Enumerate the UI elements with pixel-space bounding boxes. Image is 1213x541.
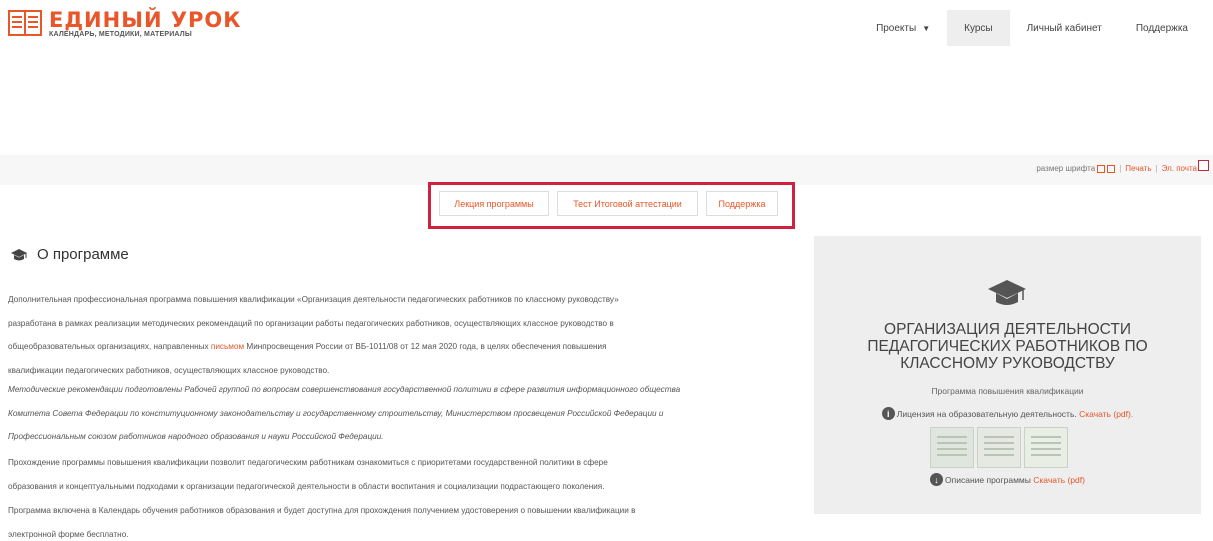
accessibility-tools: размер шрифта | Печать | Эл. почта <box>1036 164 1197 173</box>
font-increase-icon[interactable] <box>1107 164 1116 173</box>
nav-item-label: Проекты <box>876 22 917 34</box>
page-title: О программе <box>37 246 129 263</box>
highlight-marker-icon <box>1198 160 1209 171</box>
description-text: Описание программы <box>945 474 1031 485</box>
text-line: электронной форме бесплатно. <box>8 529 129 539</box>
nav-item-label: Поддержка <box>1135 22 1188 34</box>
book-logo-icon <box>8 10 42 36</box>
license-image[interactable] <box>977 427 1021 468</box>
paragraph-methodology: Методические рекомендации подготовлены Р… <box>8 378 808 449</box>
text-span: Минпросвещения России от ВБ-1011/08 от 1… <box>244 342 607 351</box>
program-subtitle: Программа повышения квалификации <box>931 386 1084 396</box>
print-link[interactable]: Печать <box>1125 164 1151 173</box>
text-line: разработана в рамках реализации методиче… <box>8 318 614 328</box>
nav-item-courses[interactable]: Курсы <box>947 10 1010 46</box>
text-line: общеобразовательных организациях, направ… <box>8 335 808 359</box>
separator: | <box>1119 164 1122 173</box>
graduation-cap-icon <box>11 248 27 260</box>
title-line: ОРГАНИЗАЦИЯ ДЕЯТЕЛЬНОСТИ <box>884 321 1131 338</box>
caret-down-icon: ▼ <box>922 23 931 33</box>
letter-link[interactable]: письмом <box>211 342 244 351</box>
site-header: ЕДИНЫЙ УРОК КАЛЕНДАРЬ, МЕТОДИКИ, МАТЕРИА… <box>0 0 1213 52</box>
paragraph-intro: Дополнительная профессиональная программ… <box>8 288 808 382</box>
info-icon: i <box>881 407 895 420</box>
separator: | <box>1155 164 1158 173</box>
description-line: ↓ Описание программы Скачать (pdf) <box>814 473 1201 486</box>
title-line: КЛАССНОМУ РУКОВОДСТВУ <box>900 355 1115 372</box>
text-line: Комитета Совета Федерации по конституцио… <box>8 408 664 418</box>
text-line: образования и концептуальными подходами … <box>8 481 605 491</box>
tab-final-test[interactable]: Тест Итоговой аттестации <box>557 191 698 216</box>
license-line: i Лицензия на образовательную деятельнос… <box>814 407 1201 420</box>
nav-item-label: Курсы <box>964 22 993 34</box>
logo-subtitle: КАЛЕНДАРЬ, МЕТОДИКИ, МАТЕРИАЛЫ <box>49 31 192 38</box>
license-image[interactable] <box>1024 427 1068 468</box>
program-sidebar: ОРГАНИЗАЦИЯ ДЕЯТЕЛЬНОСТИ ПЕДАГОГИЧЕСКИХ … <box>814 236 1201 514</box>
program-title: ОРГАНИЗАЦИЯ ДЕЯТЕЛЬНОСТИ ПЕДАГОГИЧЕСКИХ … <box>814 321 1201 372</box>
tab-lecture[interactable]: Лекция программы <box>439 191 549 216</box>
text-line: Методические рекомендации подготовлены Р… <box>8 385 681 394</box>
font-size-label: размер шрифта <box>1036 164 1096 173</box>
text-span: общеобразовательных организациях, направ… <box>8 342 211 351</box>
tab-support[interactable]: Поддержка <box>706 191 778 216</box>
nav-item-support[interactable]: Поддержка <box>1119 10 1205 46</box>
text-line: Прохождение программы повышения квалифик… <box>8 458 608 467</box>
font-decrease-icon[interactable] <box>1097 164 1106 173</box>
section-heading: О программе <box>10 246 129 263</box>
page-toolbar: размер шрифта | Печать | Эл. почта <box>0 155 1213 185</box>
download-icon: ↓ <box>930 473 943 486</box>
text-line: Профессиональным союзом работников народ… <box>8 432 384 441</box>
license-text: Лицензия на образовательную деятельность… <box>896 408 1077 419</box>
nav-item-projects[interactable]: Проекты ▼ <box>859 10 947 46</box>
logo-title: ЕДИНЫЙ УРОК <box>49 8 242 32</box>
nav-item-label: Личный кабинет <box>1026 22 1102 34</box>
license-image[interactable] <box>930 427 974 468</box>
license-download-link[interactable]: Скачать (pdf). <box>1079 409 1133 419</box>
text-line: Программа включена в Календарь обучения … <box>8 506 636 515</box>
nav-item-account[interactable]: Личный кабинет <box>1010 10 1119 46</box>
paragraph-benefits: Прохождение программы повышения квалифик… <box>8 451 808 498</box>
site-logo[interactable]: ЕДИНЫЙ УРОК КАЛЕНДАРЬ, МЕТОДИКИ, МАТЕРИА… <box>8 10 241 39</box>
main-nav: Проекты ▼ Курсы Личный кабинет Поддержка <box>859 10 1205 46</box>
email-link[interactable]: Эл. почта <box>1162 164 1197 173</box>
paragraph-calendar: Программа включена в Календарь обучения … <box>8 499 808 541</box>
license-images <box>930 427 1071 468</box>
graduation-cap-icon <box>988 280 1026 305</box>
text-line: Дополнительная профессиональная программ… <box>8 295 619 304</box>
title-line: ПЕДАГОГИЧЕСКИХ РАБОТНИКОВ ПО <box>867 338 1148 355</box>
description-download-link[interactable]: Скачать (pdf) <box>1033 475 1085 485</box>
